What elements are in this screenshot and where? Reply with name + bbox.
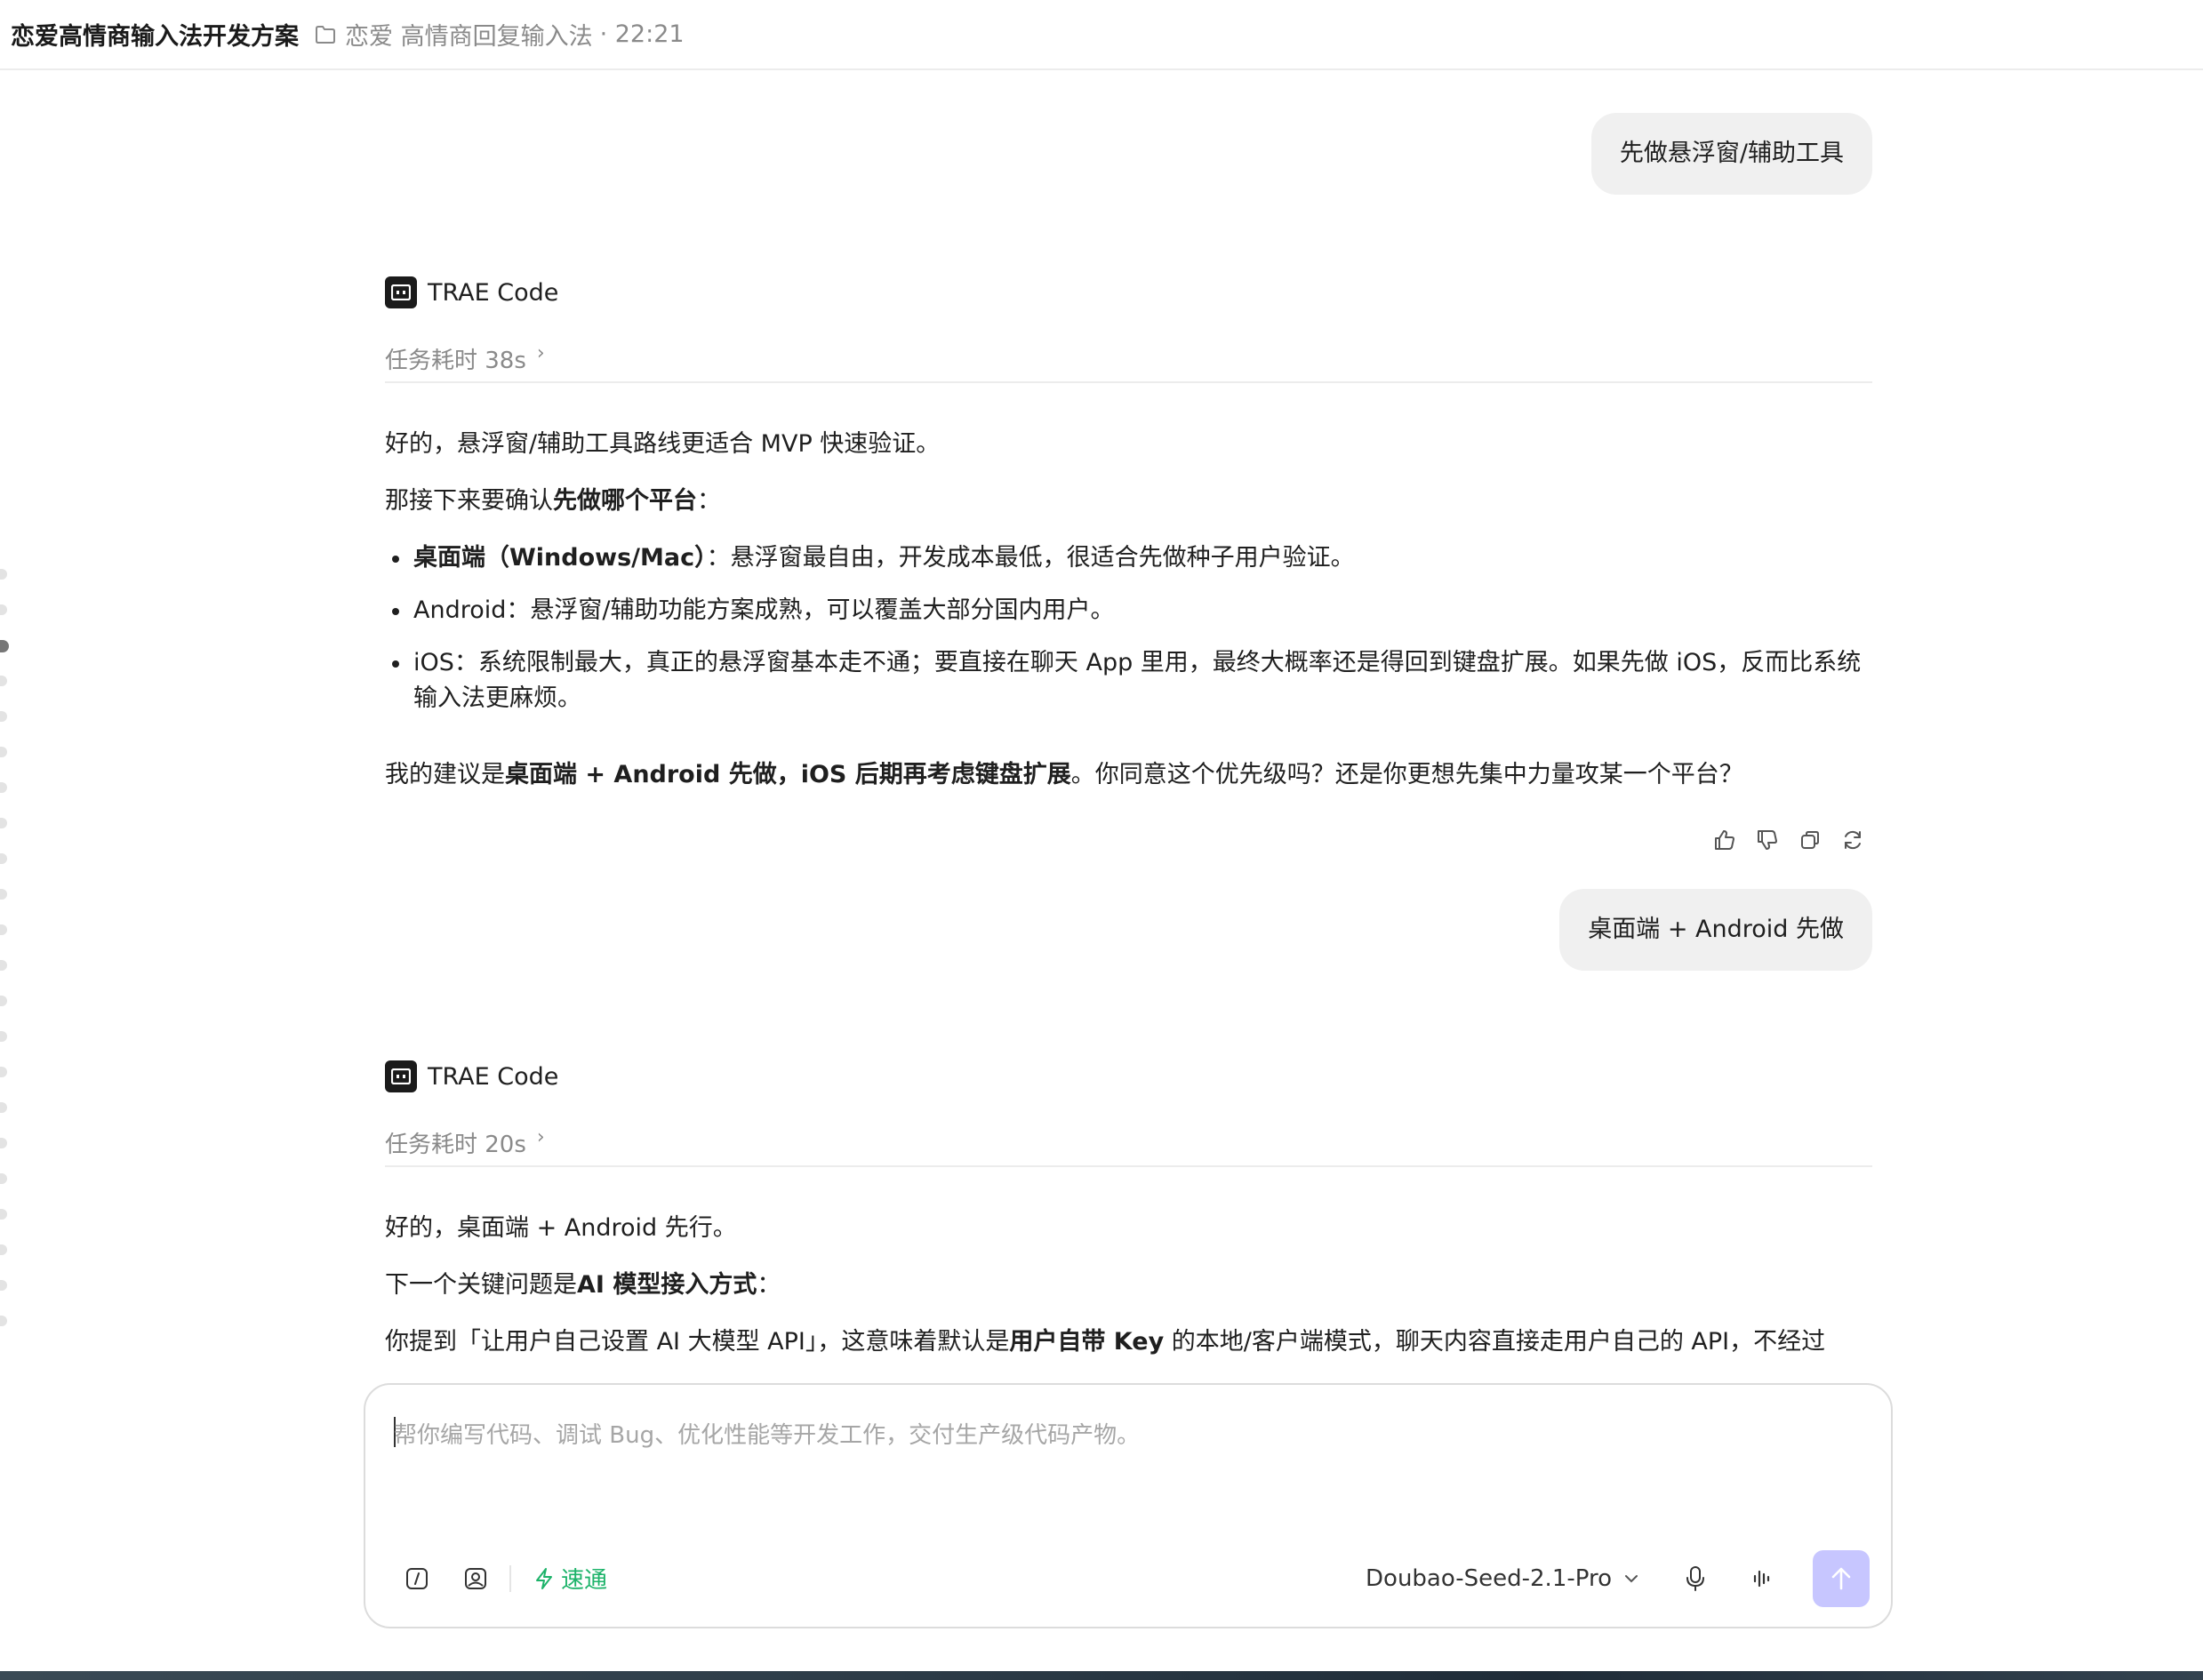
speed-mode-toggle[interactable]: 速通 (534, 1562, 607, 1595)
scroll-marker[interactable] (0, 676, 7, 686)
chevron-right-icon: › (536, 1126, 545, 1148)
copy-icon[interactable] (1798, 828, 1822, 852)
conversation-area[interactable]: 先做悬浮窗/辅助工具 TRAE Code 任务耗时 38s › 好的，悬浮窗/辅… (385, 70, 1872, 1355)
image-upload-icon[interactable] (460, 1563, 492, 1595)
text-segment: Android：悬浮窗/辅助功能方案成熟，可以覆盖大部分国内用户。 (413, 596, 1115, 624)
refresh-icon[interactable] (1840, 828, 1865, 852)
breadcrumb-project[interactable]: 恋爱 高情商回复输入法 (345, 17, 593, 52)
thumbs-down-icon[interactable] (1755, 828, 1780, 852)
folder-icon (316, 25, 335, 44)
chevron-down-icon (1625, 1575, 1638, 1583)
assistant-paragraph: 好的，悬浮窗/辅助工具路线更适合 MVP 快速验证。 (385, 430, 941, 458)
text-bold: 先做哪个平台 (553, 487, 697, 515)
microphone-icon[interactable] (1678, 1561, 1713, 1596)
scroll-marker[interactable] (0, 782, 7, 793)
text-segment: 。你同意这个优先级吗？还是你更想先集中力量攻某一个平台？ (1070, 761, 1743, 788)
scroll-marker[interactable] (0, 818, 7, 828)
text-bold: AI 模型接入方式 (577, 1271, 757, 1299)
assistant-header: TRAE Code (385, 276, 558, 308)
scroll-marker[interactable] (0, 569, 7, 580)
text-segment: ： (697, 487, 721, 515)
assistant-header: TRAE Code (385, 1060, 558, 1092)
list-item: iOS：系统限制最大，真正的悬浮窗基本走不通；要直接在聊天 App 里用，最终大… (385, 645, 1872, 716)
scroll-marker[interactable] (0, 889, 7, 900)
breadcrumb[interactable]: 恋爱 高情商回复输入法 (315, 17, 593, 52)
scroll-marker[interactable] (0, 924, 7, 935)
list-item: Android：悬浮窗/辅助功能方案成熟，可以覆盖大部分国内用户。 (385, 593, 1872, 628)
model-name: Doubao-Seed-2.1-Pro (1366, 1565, 1612, 1592)
text-segment: 下一个关键问题是 (385, 1271, 577, 1299)
send-arrow-icon (1831, 1567, 1851, 1590)
trae-logo-icon (385, 1060, 417, 1092)
text-segment: 那接下来要确认 (385, 487, 553, 515)
text-bold: 桌面端（Windows/Mac） (413, 544, 707, 572)
text-segment: ： (757, 1271, 781, 1299)
conversation-time: · 22:21 (599, 20, 685, 48)
text-segment: 的本地/客户端模式，聊天内容直接走用户自己的 API，不经过 (1164, 1328, 1826, 1355)
scroll-marker[interactable] (0, 1031, 7, 1042)
scroll-marker[interactable] (0, 711, 7, 722)
assistant-name: TRAE Code (428, 1062, 559, 1091)
list-item: 桌面端（Windows/Mac）：悬浮窗最自由，开发成本最低，很适合先做种子用户… (385, 540, 1872, 576)
scroll-marker[interactable] (0, 1173, 7, 1184)
chevron-right-icon: › (536, 342, 545, 364)
user-message: 先做悬浮窗/辅助工具 (1590, 113, 1872, 195)
voice-wave-icon[interactable] (1745, 1561, 1781, 1596)
prompt-input[interactable]: 帮你编写代码、调试 Bug、优化性能等开发工作，交付生产级代码产物。 (394, 1417, 1140, 1450)
task-duration-toggle[interactable]: 任务耗时 38s › (385, 342, 1872, 383)
scroll-marker[interactable] (0, 853, 7, 864)
text-bold: 桌面端 + Android 先做，iOS 后期再考虑键盘扩展 (505, 761, 1071, 788)
composer-tools-left: 速通 (401, 1562, 607, 1595)
text-segment: 你提到「让用户自己设置 AI 大模型 API」，这意味着默认是 (385, 1328, 1010, 1355)
scroll-marker[interactable] (0, 1280, 7, 1291)
task-duration: 任务耗时 20s (385, 1132, 526, 1158)
slash-command-icon[interactable] (401, 1563, 433, 1595)
speed-mode-label: 速通 (561, 1567, 608, 1594)
assistant-paragraph: 下一个关键问题是AI 模型接入方式： (385, 1268, 1872, 1303)
scroll-marker[interactable] (0, 1316, 7, 1326)
divider (509, 1564, 511, 1592)
assistant-paragraph: 那接下来要确认先做哪个平台： (385, 484, 1872, 519)
scroll-marker-active[interactable] (0, 640, 9, 652)
text-segment: iOS：系统限制最大，真正的悬浮窗基本走不通；要直接在聊天 App 里用，最终大… (413, 649, 1862, 712)
page-title: 恋爱高情商输入法开发方案 (11, 23, 299, 51)
top-bar: 恋爱高情商输入法开发方案 恋爱 高情商回复输入法 · 22:21 (0, 0, 2203, 70)
scroll-marker[interactable] (0, 604, 7, 615)
scroll-marker[interactable] (0, 747, 7, 757)
task-duration-toggle[interactable]: 任务耗时 20s › (385, 1126, 1872, 1167)
send-button[interactable] (1813, 1550, 1870, 1607)
scroll-marker[interactable] (0, 1102, 7, 1113)
trae-logo-icon (385, 276, 417, 308)
model-selector[interactable]: Doubao-Seed-2.1-Pro (1366, 1565, 1638, 1592)
scroll-marker[interactable] (0, 996, 7, 1006)
text-segment: 我的建议是 (385, 761, 505, 788)
composer-tools-right: Doubao-Seed-2.1-Pro (1366, 1550, 1870, 1607)
scroll-marker[interactable] (0, 1067, 7, 1077)
text-segment: ：悬浮窗最自由，开发成本最低，很适合先做种子用户验证。 (706, 544, 1355, 572)
thumbs-up-icon[interactable] (1712, 828, 1737, 852)
assistant-name: TRAE Code (428, 278, 559, 307)
assistant-paragraph: 你提到「让用户自己设置 AI 大模型 API」，这意味着默认是用户自带 Key … (385, 1324, 1872, 1355)
user-message: 桌面端 + Android 先做 (1559, 889, 1872, 971)
assistant-paragraph: 好的，桌面端 + Android 先行。 (385, 1214, 737, 1242)
scroll-marker[interactable] (0, 1244, 7, 1255)
message-actions (1712, 828, 1865, 852)
message-composer[interactable]: 帮你编写代码、调试 Bug、优化性能等开发工作，交付生产级代码产物。 速通 Do… (364, 1383, 1893, 1628)
task-duration: 任务耗时 38s (385, 348, 526, 374)
window-bottom-edge (0, 1671, 2203, 1680)
lightning-icon (536, 1567, 552, 1589)
scroll-marker[interactable] (0, 960, 7, 971)
assistant-paragraph: 我的建议是桌面端 + Android 先做，iOS 后期再考虑键盘扩展。你同意这… (385, 757, 1872, 793)
text-bold: 用户自带 Key (1009, 1328, 1165, 1355)
scroll-marker[interactable] (0, 1209, 7, 1220)
scroll-marker[interactable] (0, 1138, 7, 1148)
